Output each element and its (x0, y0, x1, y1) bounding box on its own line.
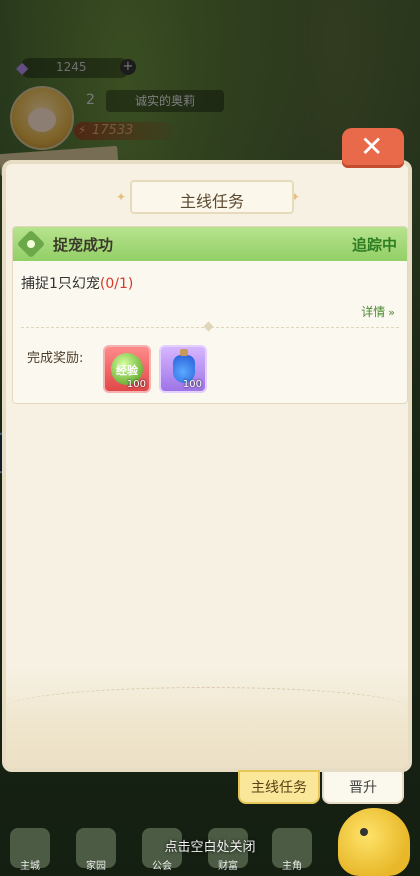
divider-diamond-icon (203, 321, 214, 332)
quest-tracking-status[interactable]: 追踪中 (352, 234, 397, 255)
close-icon: ✕ (360, 130, 384, 163)
tab-promotion[interactable]: 晋升 (322, 770, 404, 804)
duck-eye (360, 828, 368, 836)
panel-title: 主线任务 (179, 192, 244, 211)
quest-goal-progress: (0/1) (99, 276, 134, 292)
close-hint: 点击空白处关闭 (164, 840, 256, 855)
panel-wave-decoration (6, 687, 408, 728)
exp-label: 经验 (116, 364, 138, 377)
reward-item-exp[interactable]: 经验 100 (103, 345, 151, 393)
nav-label: 财富 (218, 861, 238, 872)
quest-detail-button[interactable]: 详情» (361, 303, 395, 320)
quest-gear-icon (16, 229, 46, 259)
tab-main-quest[interactable]: 主线任务 (238, 770, 320, 804)
nav-label: 家园 (86, 861, 106, 872)
panel-title-plate: 主线任务 (130, 180, 294, 214)
nav-label: 公会 (152, 861, 172, 872)
reward-item-potion[interactable]: 100 (159, 345, 207, 393)
quest-card-header: 捉宠成功 追踪中 (13, 227, 407, 261)
title-ornament-left-icon: ✦ (116, 190, 127, 204)
nav-label: 主城 (20, 861, 40, 872)
chevron-down-icon: » (388, 306, 395, 319)
close-button[interactable]: ✕ (342, 128, 404, 168)
detail-label: 详情 (361, 305, 386, 319)
quest-goal: 捕捉1只幻宠(0/1) (21, 273, 133, 293)
quest-card: 捉宠成功 追踪中 捕捉1只幻宠(0/1) 详情» 完成奖励: 经验 100 10… (12, 226, 408, 404)
nav-label: 主角 (282, 861, 302, 872)
reward-label: 完成奖励: (27, 351, 84, 366)
quest-goal-text: 捕捉1只幻宠 (21, 276, 100, 292)
quest-name: 捉宠成功 (53, 236, 114, 254)
reward-count: 100 (182, 379, 202, 390)
reward-count: 100 (126, 379, 146, 390)
